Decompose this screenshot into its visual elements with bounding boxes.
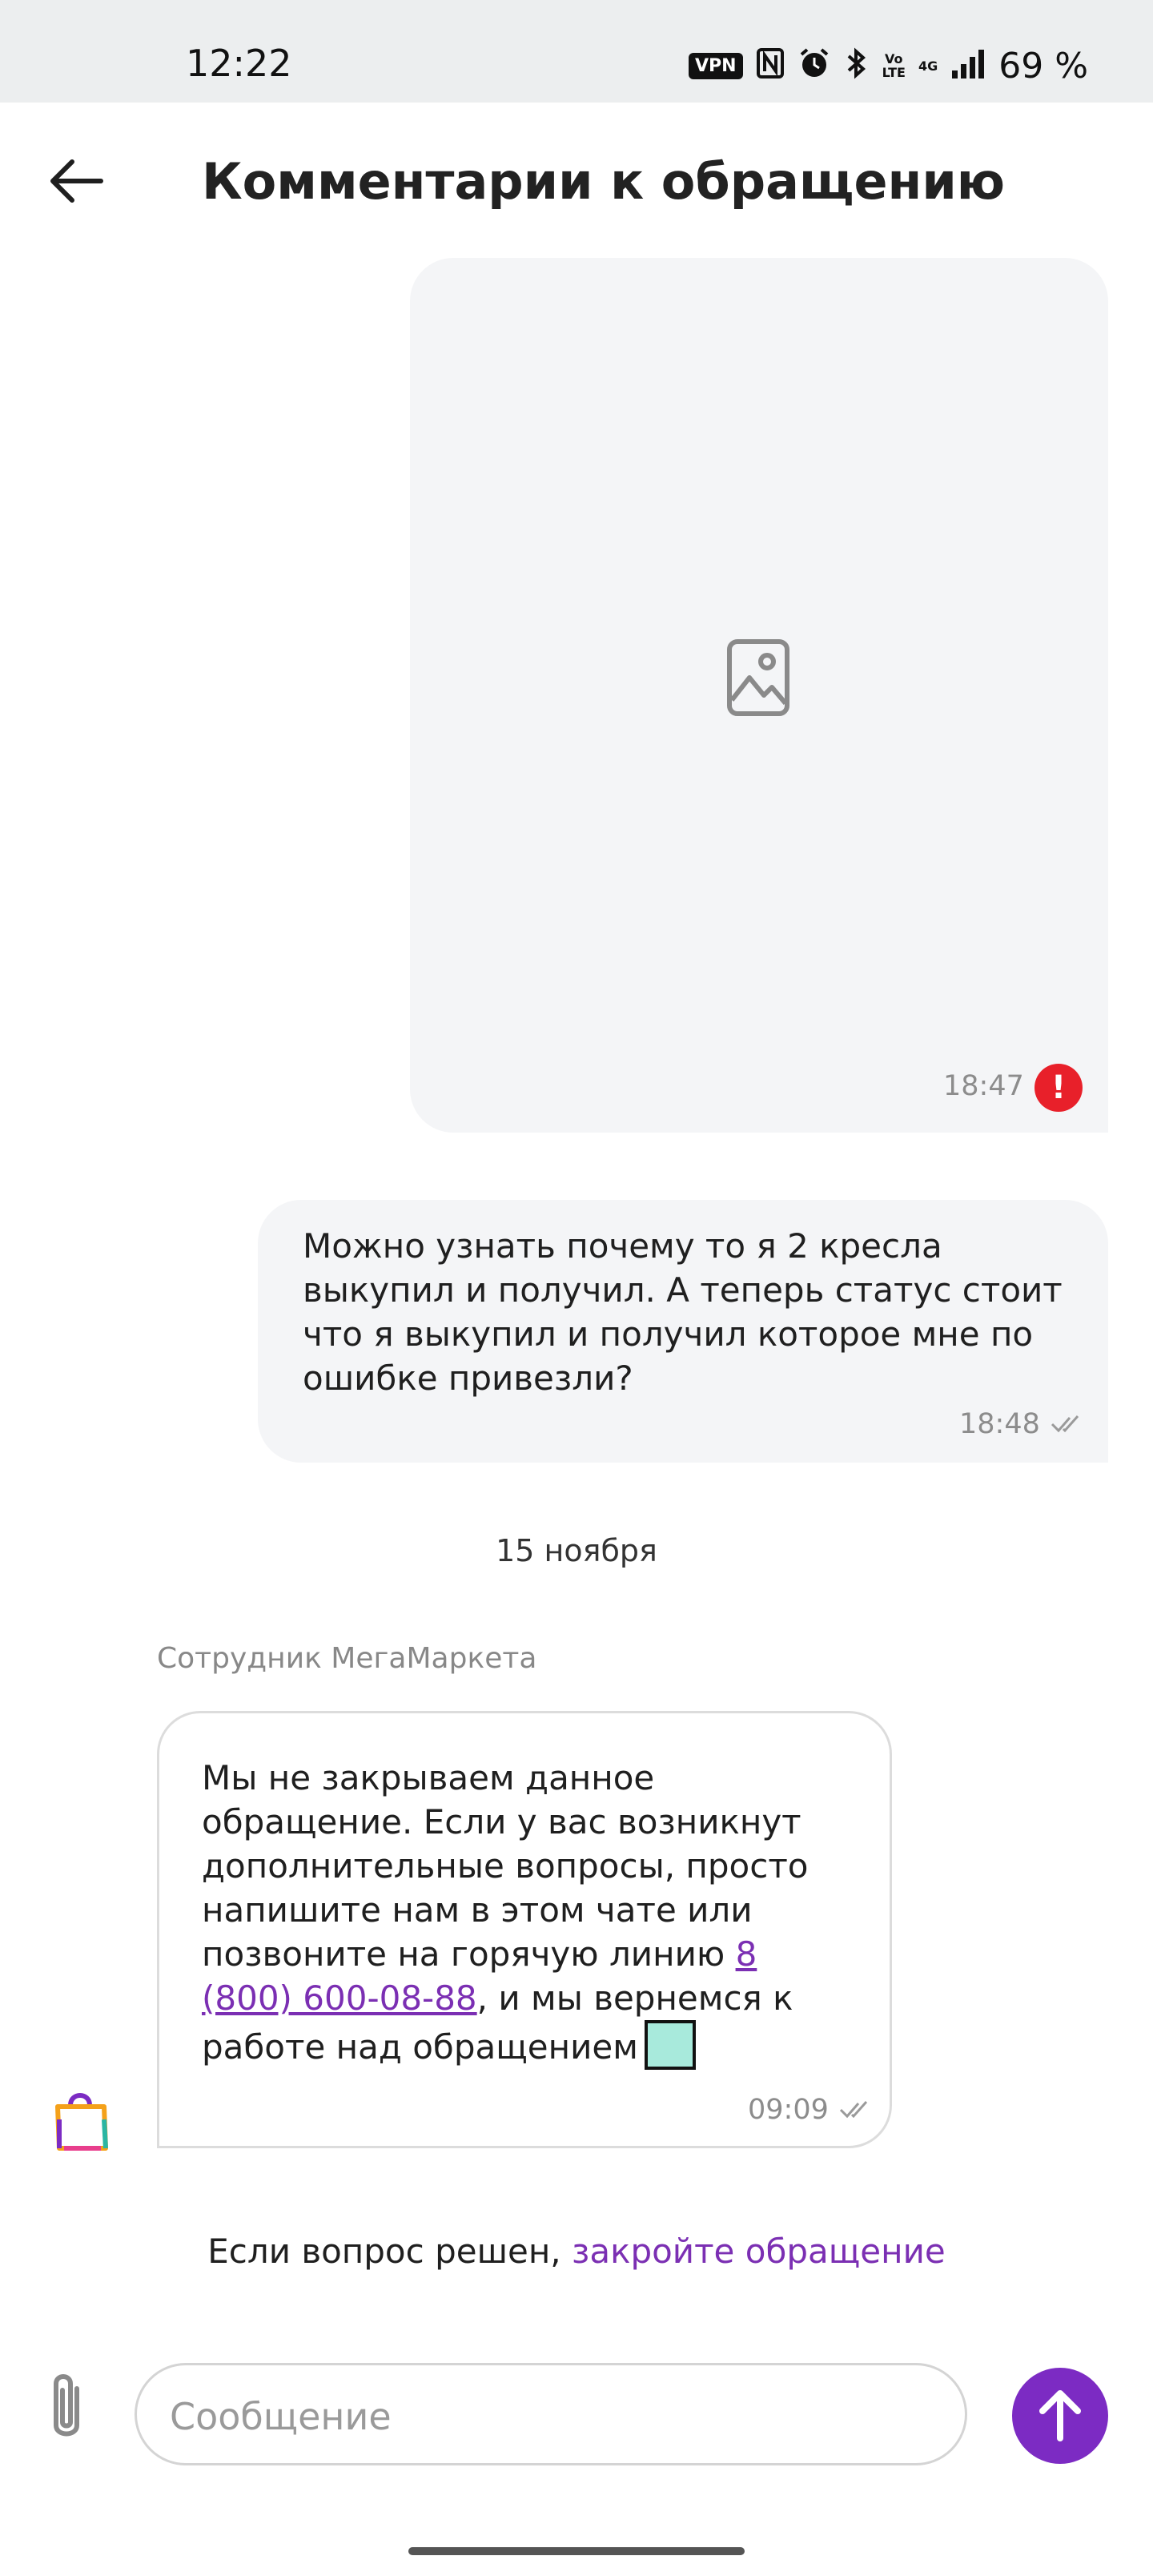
message-time: 09:09 — [748, 2094, 829, 2126]
message-time: 18:47 — [943, 1070, 1024, 1102]
date-separator: 15 ноября — [496, 1533, 657, 1568]
volte-indicator: Vo LTE — [882, 51, 906, 80]
image-placeholder-icon — [725, 638, 791, 718]
home-indicator[interactable] — [408, 2547, 745, 2555]
shopping-bag-avatar-icon — [48, 2087, 115, 2151]
sender-name: Сотрудник МегаМаркета — [157, 1642, 537, 1675]
page-title: Комментарии к обращению — [202, 152, 1006, 211]
double-check-icon — [1051, 1411, 1083, 1435]
back-button[interactable] — [46, 151, 107, 211]
network-type: 4G — [918, 58, 938, 74]
arrow-up-icon — [1039, 2390, 1081, 2441]
signal-icon — [950, 48, 986, 83]
message-input-placeholder: Сообщение — [170, 2395, 392, 2438]
attach-button[interactable] — [42, 2369, 91, 2446]
paperclip-icon — [54, 2374, 79, 2437]
close-ticket-prompt: Если вопрос решен, закройте обращение — [207, 2232, 946, 2271]
message-time: 18:48 — [959, 1408, 1040, 1440]
arrow-left-icon — [50, 159, 103, 203]
incoming-message-text: Мы не закрываем данное обращение. Если у… — [202, 1756, 850, 2070]
vpn-badge: VPN — [689, 52, 743, 79]
error-icon[interactable]: ! — [1034, 1064, 1083, 1112]
double-check-icon — [839, 2097, 871, 2121]
nfc-icon — [756, 47, 785, 84]
bluetooth-icon — [844, 46, 870, 85]
close-ticket-link[interactable]: закройте обращение — [572, 2232, 946, 2271]
message-text: Можно узнать почему то я 2 кресла выкупи… — [303, 1226, 1063, 1398]
status-icons: VPN Vo LTE 4G 69 % — [689, 45, 1088, 87]
battery-level: 69 % — [998, 45, 1089, 87]
emoji-placeholder-icon — [644, 2020, 696, 2070]
alarm-icon — [797, 46, 831, 85]
send-button[interactable] — [1012, 2368, 1108, 2464]
status-time: 12:22 — [186, 42, 292, 85]
